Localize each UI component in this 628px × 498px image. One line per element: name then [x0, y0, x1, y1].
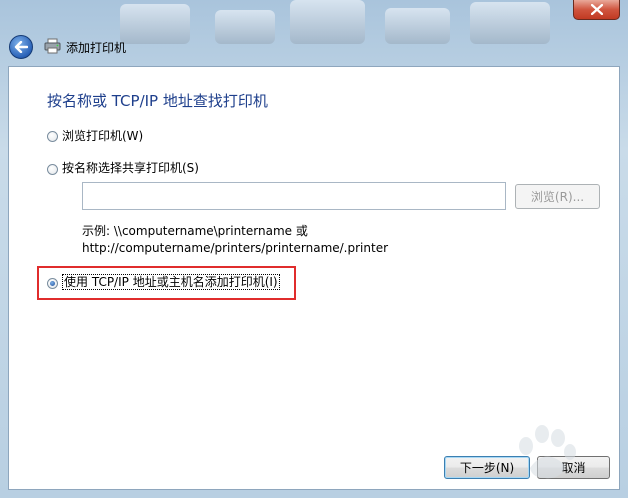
example-line-2: http://computername/printers/printername… — [82, 241, 389, 255]
printer-silhouette — [215, 10, 275, 44]
tcpip-printer-radio[interactable] — [47, 278, 58, 289]
example-text: 示例: \\computername\printername 或 http://… — [82, 223, 388, 257]
printer-silhouette — [290, 0, 365, 44]
window-title: 添加打印机 — [66, 41, 127, 55]
browse-printer-label[interactable]: 浏览打印机(W) — [62, 127, 143, 144]
back-button[interactable] — [9, 35, 33, 59]
printer-icon — [44, 38, 61, 54]
tcpip-printer-label-text: 使用 TCP/IP 地址或主机名添加打印机(I) — [62, 274, 280, 290]
page-heading: 按名称或 TCP/IP 地址查找打印机 — [47, 92, 268, 110]
close-icon — [590, 4, 603, 15]
dialog-window: 添加打印机 按名称或 TCP/IP 地址查找打印机 浏览打印机(W) 按名称选择… — [0, 0, 628, 498]
browse-printer-radio[interactable] — [47, 131, 58, 142]
watermark-paw-icon — [519, 425, 576, 479]
shared-printer-label[interactable]: 按名称选择共享打印机(S) — [62, 159, 199, 176]
close-button[interactable] — [573, 0, 620, 20]
title-bar-background — [0, 0, 628, 66]
shared-printer-name-input[interactable] — [82, 182, 506, 210]
back-arrow-icon — [14, 41, 28, 53]
example-line-1: 示例: \\computername\printername 或 — [82, 224, 308, 238]
printer-silhouette — [470, 2, 550, 44]
shared-printer-radio[interactable] — [47, 164, 58, 175]
tcpip-printer-label[interactable]: 使用 TCP/IP 地址或主机名添加打印机(I) — [62, 273, 280, 290]
printer-silhouette — [385, 8, 450, 44]
printer-silhouette — [120, 4, 190, 44]
browse-button[interactable]: 浏览(R)... — [515, 184, 600, 209]
